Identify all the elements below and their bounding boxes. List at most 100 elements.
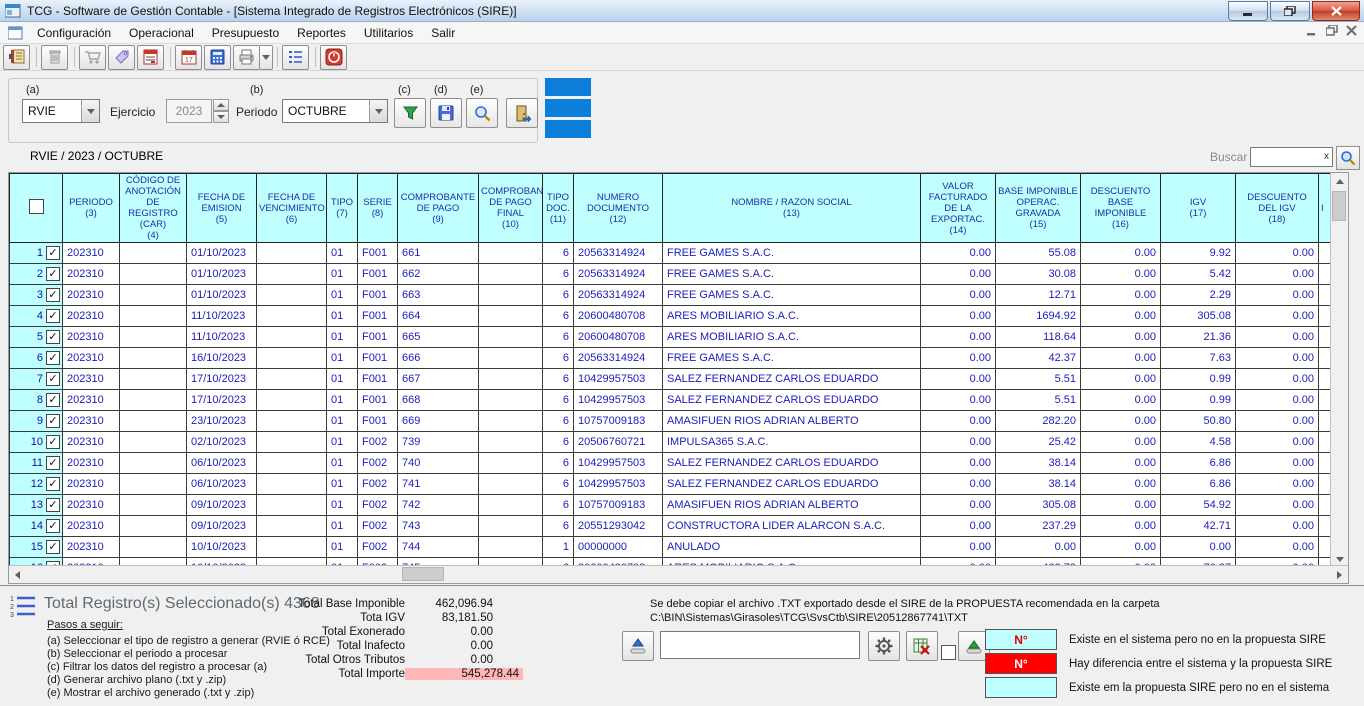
table-row[interactable]: 4✓20231011/10/202301F001664620600480708A… [10,306,1333,327]
restore-button[interactable] [1270,1,1310,21]
cell-igv: 305.08 [1161,306,1236,327]
invoice-button[interactable] [137,45,164,70]
minimize-button[interactable] [1228,1,1268,21]
row-select-cell[interactable]: 1✓ [10,243,63,264]
table-row[interactable]: 14✓20231009/10/202301F002743620551293042… [10,516,1333,537]
chevron-down-icon[interactable] [81,100,99,122]
row-select-cell[interactable]: 7✓ [10,369,63,390]
horizontal-scrollbar[interactable] [9,565,1348,583]
table-row[interactable]: 10✓20231002/10/202301F002739620506760721… [10,432,1333,453]
menu-utilitarios[interactable]: Utilitarios [355,24,422,42]
row-select-cell[interactable]: 2✓ [10,264,63,285]
scroll-left-icon[interactable] [9,566,26,583]
vertical-scrollbar[interactable] [1330,173,1348,568]
close-button[interactable] [1312,1,1360,21]
task-list-button[interactable] [282,45,309,70]
row-checkbox[interactable]: ✓ [46,540,60,554]
import-file-button[interactable] [622,631,654,661]
vertical-scroll-thumb[interactable] [1332,191,1346,221]
search-button[interactable] [1336,146,1360,170]
row-select-cell[interactable]: 3✓ [10,285,63,306]
cart-button[interactable] [79,45,106,70]
row-select-cell[interactable]: 6✓ [10,348,63,369]
row-select-cell[interactable]: 10✓ [10,432,63,453]
row-select-cell[interactable]: 13✓ [10,495,63,516]
row-checkbox[interactable]: ✓ [46,414,60,428]
file-path-input[interactable] [660,631,860,659]
row-select-cell[interactable]: 8✓ [10,390,63,411]
menu-reportes[interactable]: Reportes [288,24,355,42]
compare-checkbox[interactable] [941,645,956,660]
calculator-button[interactable] [204,45,231,70]
trash-button[interactable] [41,45,68,70]
exit-door-button[interactable] [506,98,538,128]
row-checkbox[interactable]: ✓ [46,519,60,533]
menu-operacional[interactable]: Operacional [120,24,203,42]
row-checkbox[interactable]: ✓ [46,456,60,470]
row-select-cell[interactable]: 11✓ [10,453,63,474]
select-all-header[interactable] [10,174,63,243]
mdi-close-icon[interactable] [1346,25,1358,36]
row-checkbox[interactable]: ✓ [46,372,60,386]
tag-button[interactable] [108,45,135,70]
periodo-select[interactable]: OCTUBRE [282,99,388,123]
menu-presupuesto[interactable]: Presupuesto [203,24,288,42]
compare-sheet-button[interactable] [906,631,938,661]
row-checkbox[interactable]: ✓ [46,435,60,449]
mdi-minimize-icon[interactable] [1306,25,1318,36]
svg-text:3: 3 [10,612,14,619]
table-row[interactable]: 15✓20231010/10/202301F002744100000000ANU… [10,537,1333,558]
table-row[interactable]: 7✓20231017/10/202301F001667610429957503S… [10,369,1333,390]
ejercicio-input[interactable]: 2023 [166,99,212,123]
note-line-1: Se debe copiar el archivo .TXT exportado… [650,598,1160,610]
print-button[interactable] [233,45,260,70]
table-row[interactable]: 11✓20231006/10/202301F002740610429957503… [10,453,1333,474]
registro-type-select[interactable]: RVIE [22,99,100,123]
row-checkbox[interactable]: ✓ [46,309,60,323]
row-checkbox[interactable]: ✓ [46,477,60,491]
table-row[interactable]: 13✓20231009/10/202301F002742610757009183… [10,495,1333,516]
row-select-cell[interactable]: 9✓ [10,411,63,432]
row-checkbox[interactable]: ✓ [46,288,60,302]
table-row[interactable]: 3✓20231001/10/202301F001663620563314924F… [10,285,1333,306]
print-options-dropdown[interactable] [260,45,273,70]
horizontal-scroll-thumb[interactable] [402,567,444,581]
chevron-down-icon[interactable] [369,100,387,122]
calendar-button[interactable]: 17 [175,45,202,70]
accounting-book-button[interactable] [3,45,30,70]
ejercicio-spinner[interactable] [213,99,229,123]
table-row[interactable]: 1✓20231001/10/202301F001661620563314924F… [10,243,1333,264]
row-checkbox[interactable]: ✓ [46,267,60,281]
exit-power-button[interactable] [320,45,347,70]
row-select-cell[interactable]: 12✓ [10,474,63,495]
row-select-cell[interactable]: 5✓ [10,327,63,348]
row-select-cell[interactable]: 14✓ [10,516,63,537]
filter-button[interactable] [394,98,426,128]
search-input[interactable]: x [1250,147,1333,167]
row-select-cell[interactable]: 4✓ [10,306,63,327]
scroll-right-icon[interactable] [1331,566,1348,583]
menu-salir[interactable]: Salir [422,24,464,42]
generate-file-button[interactable] [430,98,462,128]
table-row[interactable]: 2✓20231001/10/202301F001662620563314924F… [10,264,1333,285]
menu-configuracion[interactable]: Configuración [28,24,120,42]
table-row[interactable]: 12✓20231006/10/202301F002741610429957503… [10,474,1333,495]
scroll-up-icon[interactable] [1331,173,1348,190]
row-checkbox[interactable]: ✓ [46,330,60,344]
table-row[interactable]: 5✓20231011/10/202301F001665620600480708A… [10,327,1333,348]
mdi-restore-icon[interactable] [1326,25,1338,36]
search-clear-icon[interactable]: x [1324,151,1329,162]
table-row[interactable]: 6✓20231016/10/202301F001666620563314924F… [10,348,1333,369]
table-row[interactable]: 9✓20231023/10/202301F001669610757009183A… [10,411,1333,432]
select-all-checkbox[interactable] [29,199,44,214]
show-file-button[interactable] [466,98,498,128]
spin-up-icon[interactable] [213,99,229,111]
row-checkbox[interactable]: ✓ [46,393,60,407]
table-row[interactable]: 8✓20231017/10/202301F001668610429957503S… [10,390,1333,411]
process-settings-button[interactable] [868,631,900,661]
row-select-cell[interactable]: 15✓ [10,537,63,558]
spin-down-icon[interactable] [213,111,229,123]
row-checkbox[interactable]: ✓ [46,246,60,260]
row-checkbox[interactable]: ✓ [46,351,60,365]
row-checkbox[interactable]: ✓ [46,498,60,512]
